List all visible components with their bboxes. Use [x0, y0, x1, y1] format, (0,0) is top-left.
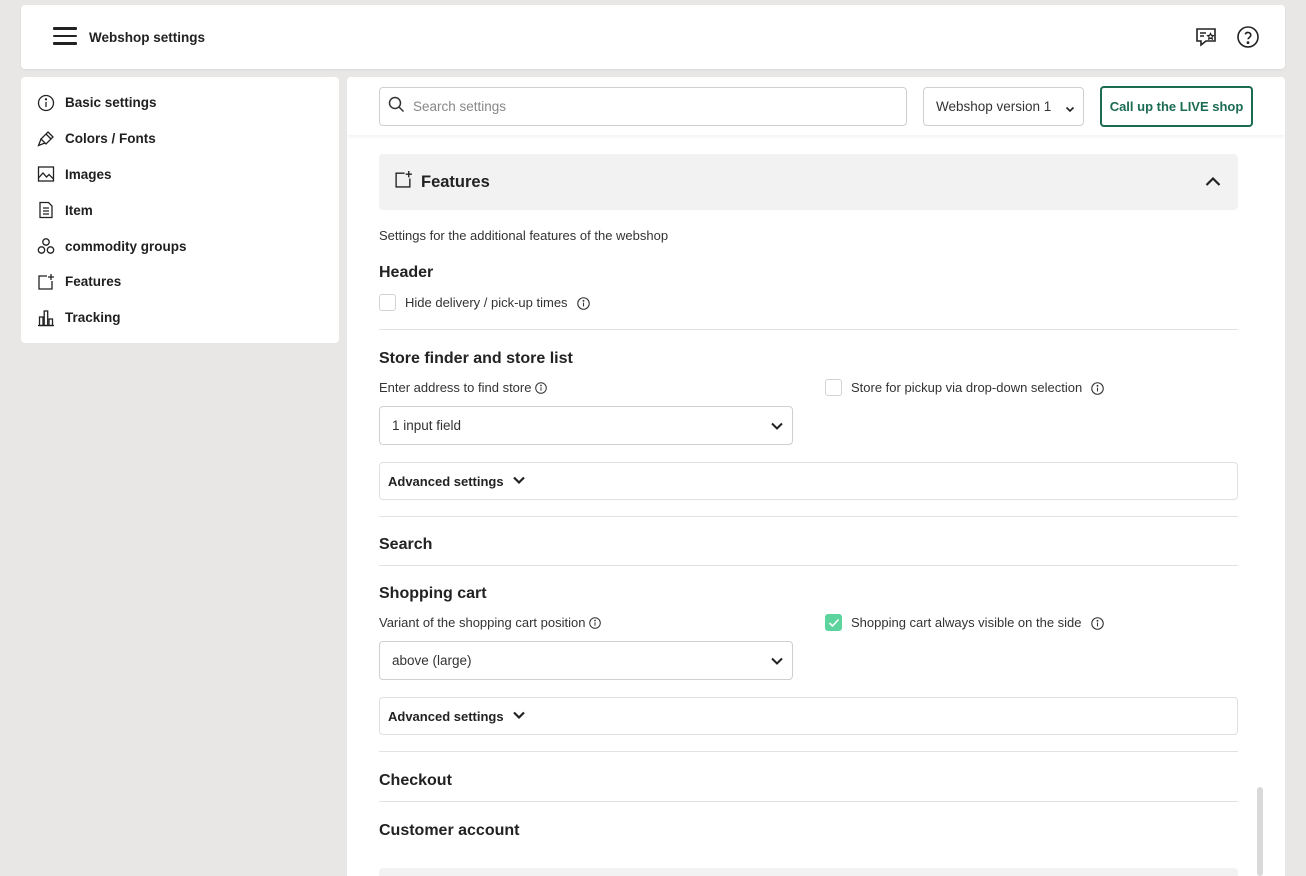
- webshop-version-select[interactable]: Webshop version 1: [923, 87, 1084, 126]
- store-finder-title: Store finder and store list: [379, 350, 573, 367]
- sidebar-item-label: commodity groups: [65, 238, 187, 254]
- add-square-icon: [394, 170, 413, 194]
- sidebar-item-item[interactable]: Item: [21, 192, 339, 228]
- next-panel-header[interactable]: [379, 868, 1238, 876]
- advanced-settings-label: Advanced settings: [388, 708, 504, 724]
- main-panel: Webshop version 1 Call up the LIVE shop …: [347, 77, 1285, 876]
- info-icon[interactable]: [576, 296, 590, 310]
- info-circle-icon: [37, 94, 55, 112]
- info-icon[interactable]: [535, 381, 548, 394]
- sidebar-item-label: Item: [65, 202, 93, 218]
- chevron-down-icon: [770, 655, 784, 670]
- settings-toolbar: Webshop version 1 Call up the LIVE shop: [347, 77, 1285, 135]
- divider: [379, 565, 1238, 566]
- sidebar-item-label: Basic settings: [65, 95, 157, 111]
- pickup-dropdown-label: Store for pickup via drop-down selection: [851, 380, 1105, 395]
- header-section-title: Header: [379, 264, 434, 281]
- shopping-cart-title: Shopping cart: [379, 585, 487, 602]
- scrollbar-thumb[interactable]: [1257, 787, 1263, 876]
- address-label: Enter address to find store: [379, 380, 548, 395]
- cart-visible-checkbox[interactable]: [825, 614, 842, 631]
- sidebar-item-images[interactable]: Images: [21, 157, 339, 193]
- divider: [379, 516, 1238, 517]
- image-icon: [37, 165, 55, 183]
- hide-times-text: Hide delivery / pick-up times: [405, 295, 568, 310]
- hide-times-checkbox[interactable]: [379, 294, 396, 311]
- sidebar-item-label: Images: [65, 166, 112, 182]
- chat-star-icon[interactable]: [1194, 25, 1218, 49]
- address-label-text: Enter address to find store: [379, 380, 532, 395]
- cart-advanced-settings[interactable]: Advanced settings: [379, 697, 1238, 735]
- chevron-down-icon: [1065, 102, 1075, 117]
- top-bar: Webshop settings: [21, 5, 1285, 69]
- sidebar-item-basic-settings[interactable]: Basic settings: [21, 85, 339, 121]
- chevron-down-icon: [770, 420, 784, 435]
- features-title: Features: [421, 172, 490, 191]
- address-field-select[interactable]: 1 input field: [379, 406, 793, 445]
- checkout-section-title[interactable]: Checkout: [379, 772, 452, 790]
- chevron-down-icon: [512, 709, 526, 724]
- store-finder-advanced-settings[interactable]: Advanced settings: [379, 462, 1238, 500]
- search-icon: [388, 96, 405, 118]
- cart-visible-text: Shopping cart always visible on the side: [851, 615, 1082, 630]
- advanced-settings-label: Advanced settings: [388, 473, 504, 489]
- app-title: Webshop settings: [89, 30, 206, 45]
- features-panel-header[interactable]: Features: [379, 154, 1238, 210]
- cart-variant-text: Variant of the shopping cart position: [379, 615, 586, 630]
- cart-variant-value: above (large): [392, 653, 472, 668]
- sidebar-item-label: Features: [65, 274, 122, 290]
- circles-icon: [37, 237, 55, 255]
- info-icon[interactable]: [1091, 381, 1105, 395]
- document-list-icon: [37, 201, 55, 219]
- info-icon[interactable]: [589, 616, 602, 629]
- sidebar-item-tracking[interactable]: Tracking: [21, 300, 339, 336]
- hamburger-menu-icon[interactable]: [53, 27, 77, 45]
- add-square-icon: [37, 273, 55, 291]
- cart-variant-select[interactable]: above (large): [379, 641, 793, 680]
- search-input[interactable]: [413, 99, 893, 114]
- sidebar-item-label: Tracking: [65, 310, 121, 326]
- sidebar-item-colors-fonts[interactable]: Colors / Fonts: [21, 121, 339, 157]
- sidebar-item-commodity-groups[interactable]: commodity groups: [21, 228, 339, 264]
- search-box[interactable]: [379, 87, 907, 126]
- chevron-up-icon[interactable]: [1204, 173, 1222, 196]
- divider: [379, 751, 1238, 752]
- address-select-value: 1 input field: [392, 418, 462, 433]
- help-circle-icon[interactable]: [1236, 25, 1260, 49]
- info-icon[interactable]: [1090, 616, 1104, 630]
- check-icon: [828, 618, 839, 627]
- cart-visible-label: Shopping cart always visible on the side: [851, 615, 1104, 630]
- customer-account-title[interactable]: Customer account: [379, 822, 519, 840]
- pickup-label-text: Store for pickup via drop-down selection: [851, 380, 1083, 395]
- sidebar-item-label: Colors / Fonts: [65, 131, 156, 147]
- divider: [379, 801, 1238, 802]
- pickup-dropdown-checkbox[interactable]: [825, 379, 842, 396]
- version-select-value: Webshop version 1: [936, 99, 1052, 114]
- search-section-title[interactable]: Search: [379, 536, 432, 554]
- live-shop-button[interactable]: Call up the LIVE shop: [1100, 86, 1253, 127]
- cart-variant-label: Variant of the shopping cart position: [379, 615, 602, 630]
- features-description: Settings for the additional features of …: [379, 228, 669, 243]
- chevron-down-icon: [512, 474, 526, 489]
- sidebar: Basic settings Colors / Fonts Images Ite…: [21, 77, 339, 343]
- sidebar-item-features[interactable]: Features: [21, 264, 339, 300]
- hide-times-label: Hide delivery / pick-up times: [405, 295, 590, 310]
- paint-brush-icon: [37, 130, 55, 148]
- divider: [379, 329, 1238, 330]
- bar-chart-icon: [37, 309, 55, 327]
